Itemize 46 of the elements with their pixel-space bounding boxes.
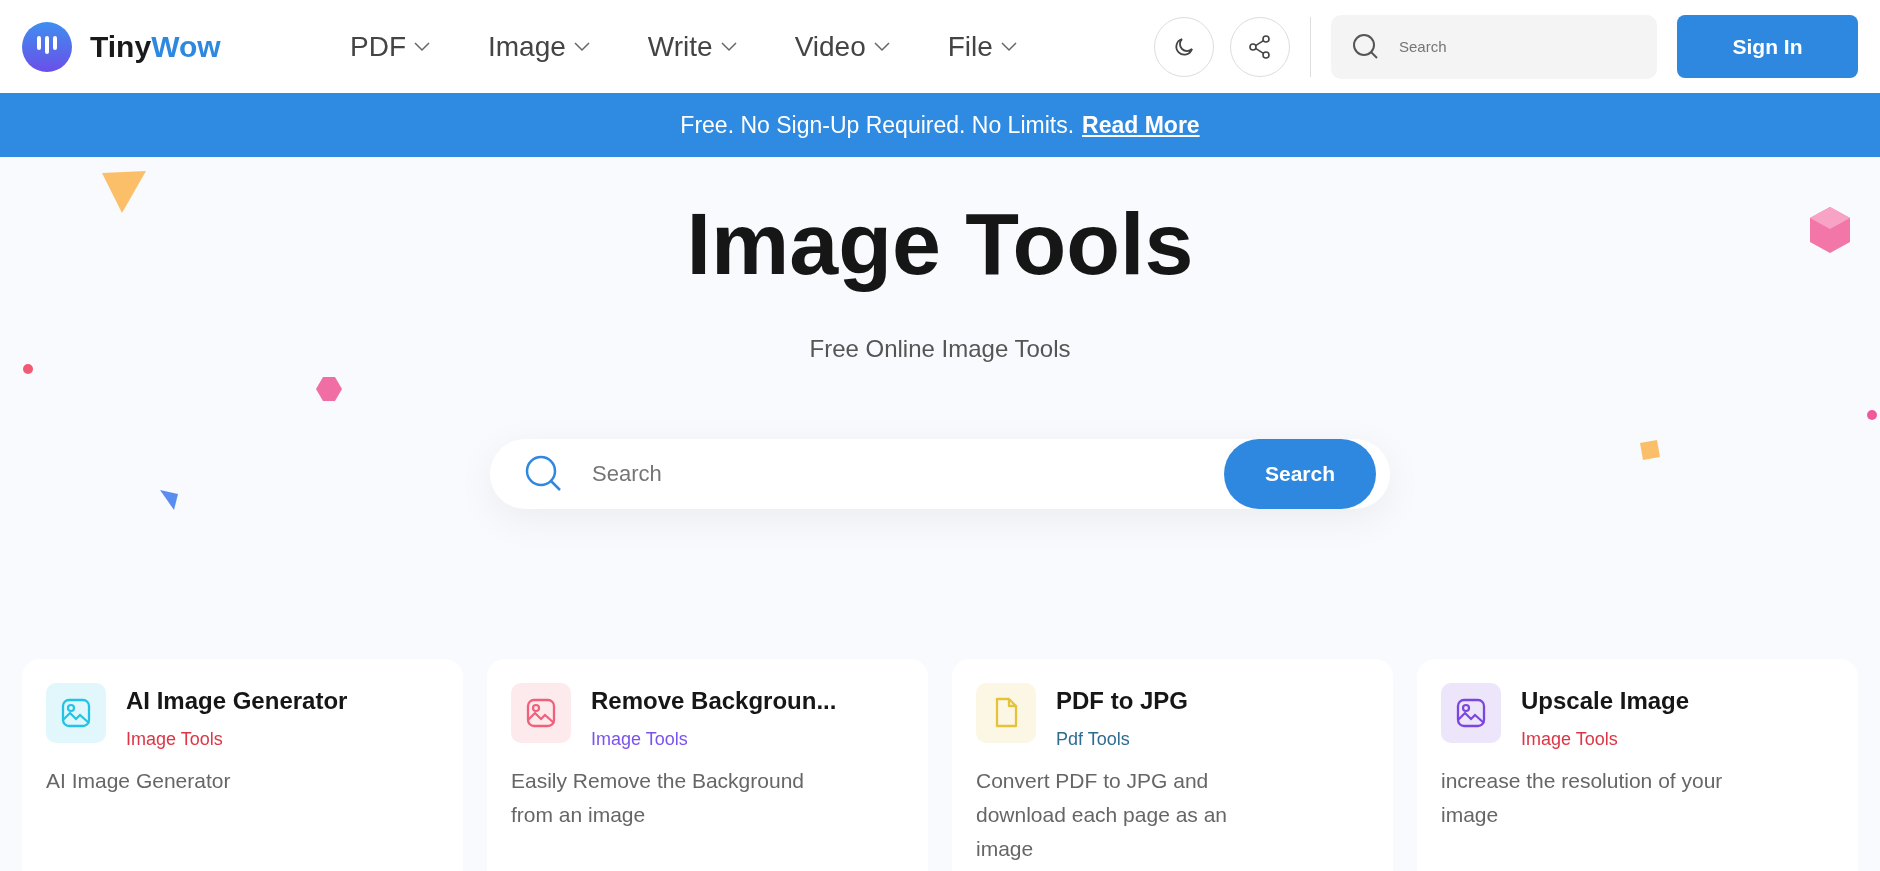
- category-label: Image Tools: [126, 729, 224, 750]
- page-subtitle: Free Online Image Tools: [809, 335, 1071, 363]
- tool-card[interactable]: AI Image Generator Image Tools AI Image Generator: [22, 659, 463, 871]
- confetti-shape: [160, 490, 178, 510]
- share-icon: [1247, 33, 1273, 60]
- category-label: Image Tools: [591, 729, 689, 750]
- confetti-shape: [102, 171, 146, 213]
- banner-text: Free. No Sign-Up Required. No Limits.: [680, 111, 1075, 139]
- confetti-shape: [1640, 440, 1660, 460]
- chevron-down-icon: [720, 41, 737, 52]
- card-description: AI Image Generator: [46, 768, 232, 794]
- card-title: Upscale Image: [1521, 687, 1690, 715]
- search-field[interactable]: Search: [1331, 14, 1657, 79]
- logo-icon: [22, 21, 72, 72]
- image-icon: [46, 683, 106, 743]
- category-label: Pdf Tools: [1056, 729, 1131, 750]
- tool-card[interactable]: PDF to JPG Pdf Tools Convert PDF to JPG and download each page as an image: [952, 659, 1393, 871]
- nav-menu[interactable]: PDF: [350, 30, 430, 63]
- sign-in-button[interactable]: Sign In: [1677, 15, 1858, 78]
- nav-menu[interactable]: File: [947, 30, 1017, 63]
- dot-shape: [23, 364, 33, 374]
- chevron-down-icon: [873, 41, 890, 52]
- chevron-down-icon: [573, 41, 590, 52]
- image-icon: [1441, 683, 1501, 743]
- category-label: Image Tools: [1521, 729, 1619, 750]
- nav-menu[interactable]: Video: [794, 30, 890, 63]
- card-description: increase the resolution of your image: [1441, 768, 1724, 828]
- card-title: PDF to JPG: [1056, 687, 1188, 715]
- search-button[interactable]: Search: [1224, 439, 1376, 509]
- card-description: Convert PDF to JPG and download each page as an image: [976, 768, 1229, 862]
- image-icon: [511, 683, 571, 743]
- nav-menu[interactable]: Image: [488, 30, 590, 63]
- card-title: Remove Backgroun...: [591, 687, 837, 715]
- logo-text[interactable]: TinyWow: [90, 29, 221, 64]
- tool-card[interactable]: Remove Backgroun... Image Tools Easily Remove the Background from an image: [487, 659, 928, 871]
- tool-card[interactable]: Upscale Image Image Tools increase the resolution of your image: [1417, 659, 1858, 871]
- chevron-down-icon: [1000, 41, 1017, 52]
- page-title: Image Tools: [686, 193, 1194, 295]
- read-more-link[interactable]: Read More: [1082, 111, 1200, 139]
- card-title: AI Image Generator: [126, 687, 348, 715]
- nav-menu[interactable]: Write: [647, 30, 737, 63]
- card-description: Easily Remove the Background from an image: [511, 768, 805, 828]
- dot-shape: [1867, 410, 1877, 420]
- file-icon: [976, 683, 1036, 743]
- search-bar[interactable]: Search Search: [490, 439, 1390, 509]
- chevron-down-icon: [414, 41, 430, 52]
